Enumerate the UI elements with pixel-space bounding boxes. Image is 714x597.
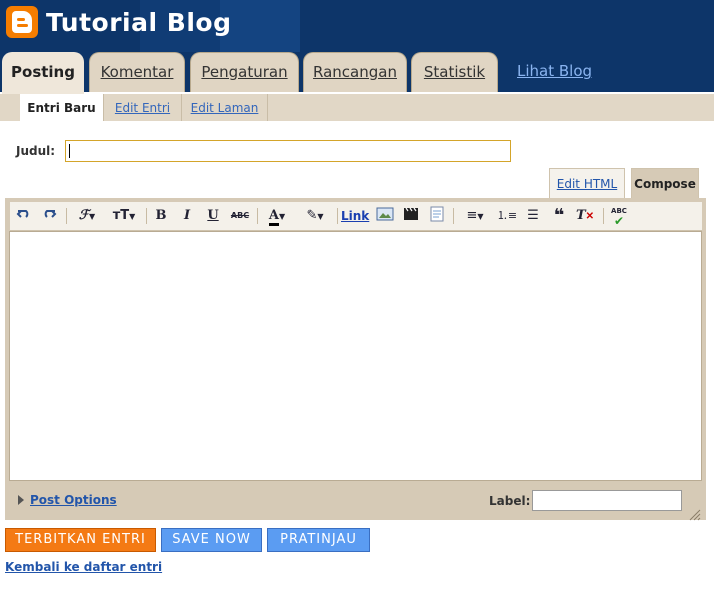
toolbar-separator <box>603 208 604 224</box>
view-blog-link[interactable]: Lihat Blog <box>517 62 592 80</box>
align-icon[interactable]: ≡▼ <box>459 206 491 226</box>
tab-posting[interactable]: Posting <box>2 52 84 94</box>
blogger-logo-icon[interactable] <box>6 6 38 38</box>
toolbar-separator <box>66 208 67 224</box>
insert-image-icon[interactable] <box>374 206 396 226</box>
subtab-edit-posts[interactable]: Edit Entri <box>104 94 182 121</box>
post-title-input[interactable] <box>65 140 511 162</box>
redo-icon[interactable] <box>39 206 59 226</box>
strikethrough-icon[interactable]: ABC <box>229 206 251 226</box>
underline-icon[interactable]: U <box>204 206 222 226</box>
text-color-icon[interactable]: A▼ <box>262 206 292 226</box>
italic-icon[interactable]: I <box>178 206 196 226</box>
sub-tab-spacer <box>0 94 20 121</box>
post-body-editor[interactable] <box>9 231 702 481</box>
quote-icon[interactable]: ❝ <box>548 206 570 226</box>
toolbar-separator <box>453 208 454 224</box>
insert-jump-break-icon[interactable] <box>426 206 448 226</box>
subtab-edit-pages[interactable]: Edit Laman <box>182 94 268 121</box>
publish-post-button[interactable]: TERBITKAN ENTRI <box>5 528 156 552</box>
tab-rancangan[interactable]: Rancangan <box>303 52 407 92</box>
spellcheck-icon[interactable]: ABC ✔ <box>607 206 631 227</box>
link-button[interactable]: Link <box>341 206 369 226</box>
bulleted-list-icon[interactable]: ☰ <box>522 206 544 226</box>
undo-icon[interactable] <box>14 206 34 226</box>
sub-tab-bar: Entri Baru Edit Entri Edit Laman <box>0 94 714 121</box>
highlight-color-icon[interactable]: ✎▼ <box>299 206 331 226</box>
compose-tab[interactable]: Compose <box>631 168 699 199</box>
editor-toolbar: ℱ▼ тT▼ B I U ABC A▼ ✎▼ Link ≡▼ ⒈≡ ☰ ❝ T✕… <box>10 202 702 231</box>
tab-pengaturan[interactable]: Pengaturan <box>190 52 299 92</box>
font-family-icon[interactable]: ℱ▼ <box>73 206 101 226</box>
save-now-button[interactable]: SAVE NOW <box>161 528 262 552</box>
insert-video-icon[interactable] <box>400 206 422 226</box>
post-options-link[interactable]: Post Options <box>30 493 117 507</box>
main-tab-bar: Posting Komentar Pengaturan Rancangan St… <box>0 52 714 94</box>
labels-input[interactable] <box>532 490 682 511</box>
toolbar-separator <box>146 208 147 224</box>
blog-title: Tutorial Blog <box>46 8 232 37</box>
back-to-posts-link[interactable]: Kembali ke daftar entri <box>5 560 162 574</box>
tab-statistik[interactable]: Statistik <box>411 52 498 92</box>
header-decoration <box>220 0 300 52</box>
bold-icon[interactable]: B <box>152 206 170 226</box>
text-caret <box>69 144 70 158</box>
label-field-label: Label: <box>489 494 531 508</box>
edit-html-tab[interactable]: Edit HTML <box>549 168 625 198</box>
tab-komentar[interactable]: Komentar <box>89 52 185 92</box>
resize-handle-icon[interactable] <box>688 506 702 521</box>
font-size-icon[interactable]: тT▼ <box>108 206 140 226</box>
numbered-list-icon[interactable]: ⒈≡ <box>496 206 518 226</box>
title-label: Judul: <box>16 144 56 158</box>
preview-button[interactable]: PRATINJAU <box>267 528 370 552</box>
toolbar-separator <box>337 208 338 224</box>
toolbar-separator <box>257 208 258 224</box>
subtab-new-post[interactable]: Entri Baru <box>20 94 104 121</box>
remove-formatting-icon[interactable]: T✕ <box>574 206 596 226</box>
expand-arrow-icon[interactable] <box>18 495 24 505</box>
